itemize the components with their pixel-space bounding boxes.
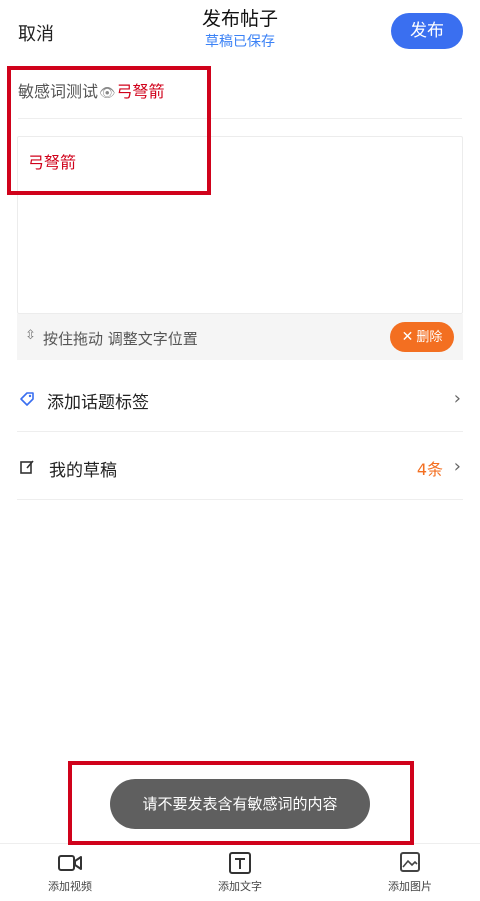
header: 取消 发布帖子 草稿已保存 发布 bbox=[0, 0, 480, 64]
drafts-count: 4条 bbox=[416, 460, 443, 479]
add-image-label: 添加图片 bbox=[388, 880, 432, 893]
post-title-text: 敏感词测试 bbox=[18, 82, 99, 101]
bottom-toolbar: 添加视频 添加文字 添加图片 bbox=[0, 843, 480, 901]
divider bbox=[17, 499, 463, 500]
add-video-button[interactable]: 添加视频 bbox=[10, 844, 130, 901]
add-text-label: 添加文字 bbox=[218, 880, 262, 893]
video-camera-icon bbox=[58, 855, 82, 871]
text-icon bbox=[229, 852, 251, 874]
drag-handle-icon: ⇳ bbox=[25, 328, 36, 343]
delete-label: 删除 bbox=[416, 330, 443, 345]
sensitive-word-highlight: 弓弩箭 bbox=[116, 82, 165, 101]
add-image-button[interactable]: 添加图片 bbox=[350, 844, 470, 901]
content-textarea[interactable]: 弓弩箭 bbox=[17, 136, 463, 314]
chevron-right-icon: › bbox=[453, 388, 461, 409]
close-icon: ✕ bbox=[401, 329, 414, 345]
chevron-right-icon: › bbox=[453, 456, 461, 477]
add-topic-row[interactable]: 添加话题标签 › bbox=[17, 368, 463, 432]
drag-hint: 按住拖动 调整文字位置 bbox=[43, 330, 198, 348]
content-text: 弓弩箭 bbox=[28, 153, 77, 172]
my-drafts-row[interactable]: 我的草稿 4条 › bbox=[17, 436, 463, 500]
add-video-label: 添加视频 bbox=[48, 880, 92, 893]
divider bbox=[17, 431, 463, 432]
toast-message: 请不要发表含有敏感词的内容 bbox=[110, 779, 370, 829]
image-icon bbox=[400, 852, 420, 872]
edit-icon bbox=[20, 460, 34, 474]
eye-icon: 👁 bbox=[99, 86, 116, 101]
post-title-input[interactable]: 敏感词测试👁弓弩箭 bbox=[18, 78, 165, 102]
divider bbox=[18, 118, 462, 119]
publish-button[interactable]: 发布 bbox=[391, 13, 463, 49]
tag-icon bbox=[20, 392, 34, 406]
add-text-button[interactable]: 添加文字 bbox=[180, 844, 300, 901]
delete-button[interactable]: ✕ 删除 bbox=[390, 322, 454, 352]
my-drafts-label: 我的草稿 bbox=[49, 461, 117, 481]
add-topic-label: 添加话题标签 bbox=[47, 393, 149, 413]
drag-reorder-bar[interactable]: ⇳ 按住拖动 调整文字位置 ✕ 删除 bbox=[17, 314, 463, 360]
